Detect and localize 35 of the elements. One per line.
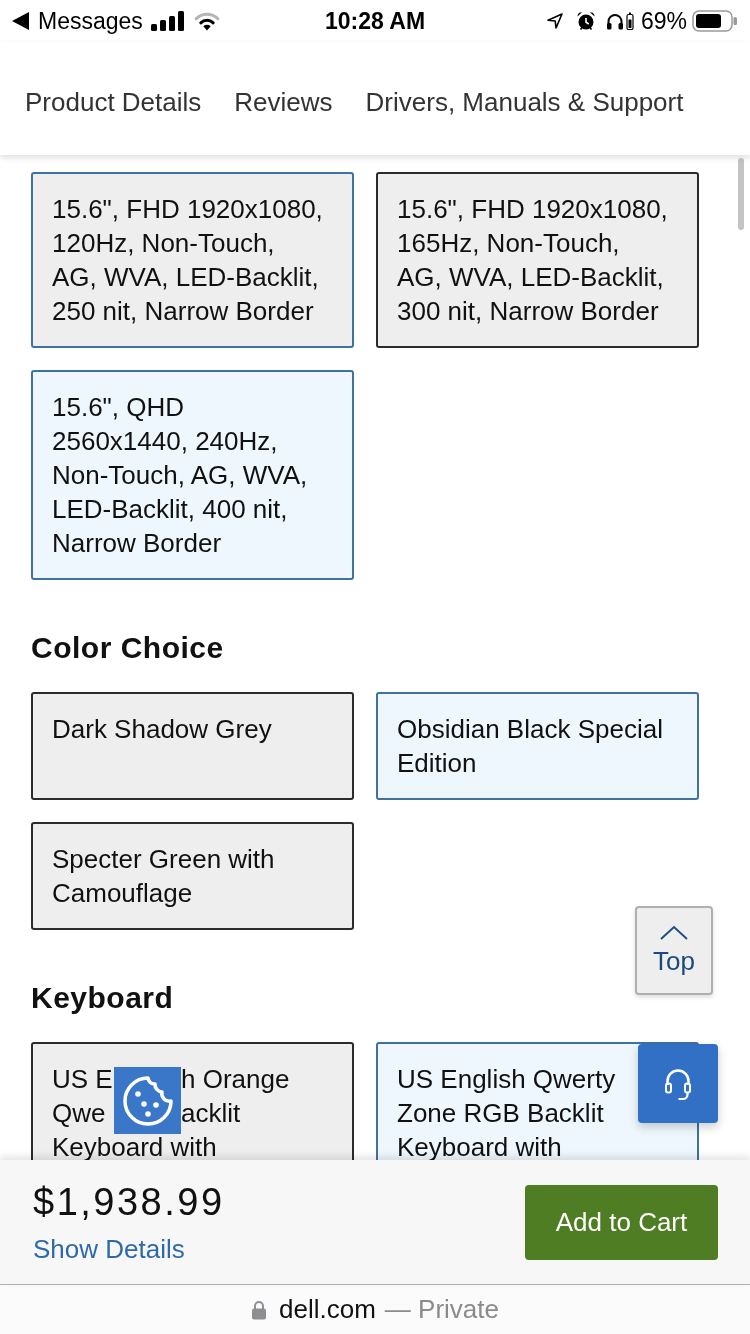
cookie-button[interactable] — [114, 1067, 181, 1134]
signal-bars-icon — [150, 11, 184, 31]
back-button[interactable]: Messages — [12, 3, 143, 39]
option-card[interactable]: Specter Green with Camouflage — [31, 822, 354, 930]
back-arrow-icon — [12, 12, 29, 30]
tab[interactable]: Drivers, Manuals & Support — [365, 82, 684, 122]
option-card[interactable]: Obsidian Black Special Edition — [376, 692, 699, 800]
alarm-clock-icon — [575, 11, 596, 31]
chevron-up-icon — [659, 925, 689, 940]
section-heading: Keyboard — [31, 980, 174, 1016]
privacy-label: — Private — [384, 1293, 499, 1326]
scrollbar-thumb — [738, 158, 744, 230]
show-details-link[interactable]: Show Details — [33, 1234, 185, 1264]
wifi-icon — [193, 11, 220, 31]
domain-text[interactable]: dell.com — [279, 1290, 376, 1329]
option-card[interactable]: Dark Shadow Grey — [31, 692, 354, 800]
lock-icon — [251, 1299, 267, 1320]
location-arrow-icon — [546, 13, 563, 29]
headphones-icon — [605, 12, 624, 30]
battery-percent: 69% — [640, 6, 687, 36]
tab[interactable]: Reviews — [234, 82, 333, 122]
section-heading: Color Choice — [31, 630, 224, 666]
battery-icon — [692, 10, 738, 32]
small-battery-icon — [625, 12, 634, 30]
headset-icon — [663, 1066, 693, 1101]
clock-time: 10:28 AM — [324, 6, 426, 36]
add-to-cart-button[interactable]: Add to Cart — [525, 1184, 718, 1260]
option-card[interactable]: 15.6", FHD 1920x1080, 165Hz, Non-Touch, AG, WVA, LED-Backlit, 300 nit, Narrow Border — [376, 172, 699, 348]
back-to-top-button[interactable]: Top — [635, 906, 713, 995]
support-overlay[interactable] — [638, 1044, 718, 1123]
option-card[interactable]: 15.6", FHD 1920x1080, 120Hz, Non-Touch, AG, WVA, LED-Backlit, 250 nit, Narrow Border — [31, 172, 354, 348]
cookie-icon — [121, 1074, 174, 1127]
price: $1,938.99 — [33, 1180, 225, 1224]
option-card[interactable]: 15.6", QHD 2560x1440, 240Hz, Non-Touch, AG, WVA, LED-Backlit, 400 nit, Narrow Border — [31, 370, 354, 580]
tab[interactable]: Product Details — [25, 82, 202, 122]
